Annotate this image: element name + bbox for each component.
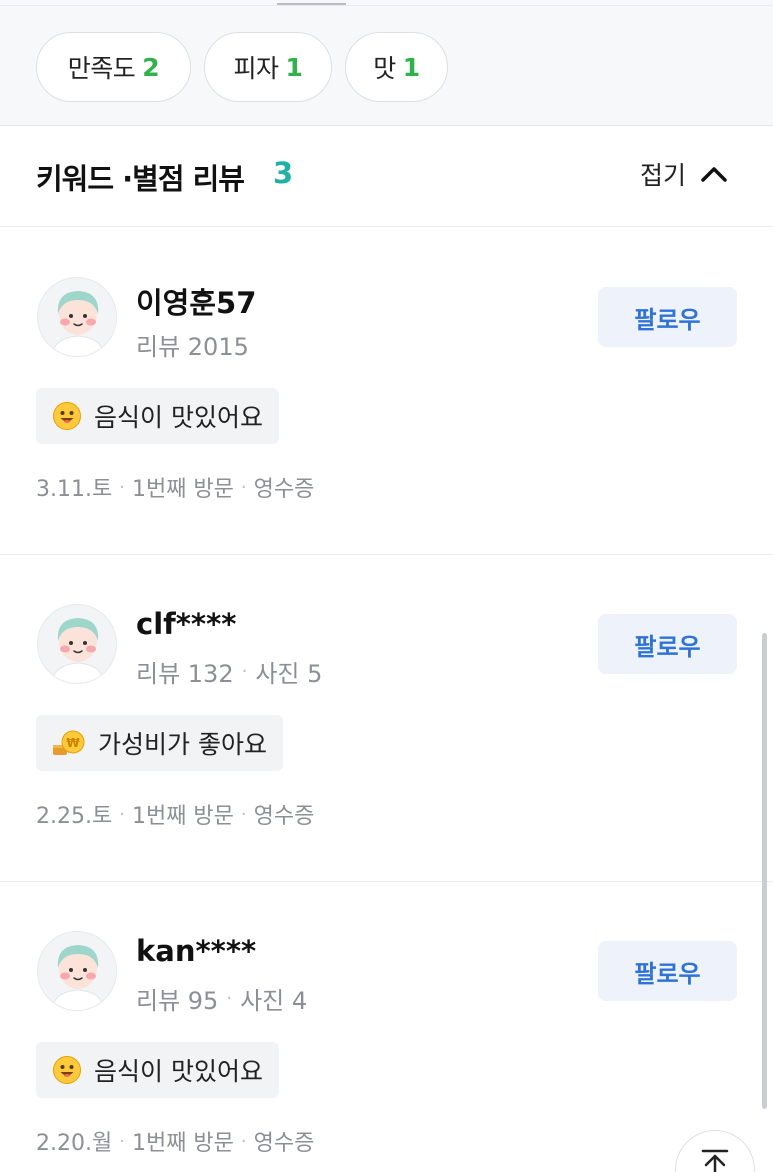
arrow-up-icon	[701, 1149, 729, 1172]
smile-emoji-icon	[52, 1055, 82, 1085]
coin-icon: ₩	[52, 728, 86, 758]
keyword-label: 음식이 맛있어요	[94, 1057, 263, 1086]
visit-info: 3.11.토 · 1번째 방문 · 영수증	[36, 471, 314, 503]
receipt-label: 영수증	[253, 804, 315, 829]
visit-count: 1번째 방문	[131, 1131, 234, 1156]
visit-date: 2.25.토	[36, 804, 113, 829]
filter-chip-label: 맛	[373, 54, 396, 83]
keyword-tag: 음식이 맛있어요	[36, 1042, 279, 1098]
separator-dot: ·	[241, 661, 248, 682]
keyword-filter-bar: 만족도 2 피자 1 맛1	[0, 0, 773, 126]
follow-button[interactable]: 팔로우	[598, 614, 737, 674]
reviewer-meta: 리뷰 2015	[136, 327, 249, 362]
default-avatar-icon	[38, 278, 116, 356]
filter-chip-label: 피자	[233, 54, 280, 83]
avatar[interactable]	[37, 277, 117, 357]
visit-count: 1번째 방문	[131, 477, 234, 502]
filter-chip-count: 1	[402, 52, 420, 82]
reviewer-meta: 리뷰 95 · 사진 4	[136, 981, 307, 1016]
filter-chip-label: 만족도	[67, 54, 136, 83]
chevron-up-icon	[701, 167, 727, 182]
separator-dot: ·	[240, 476, 247, 498]
separator-dot: ·	[240, 803, 247, 825]
receipt-label: 영수증	[253, 477, 315, 502]
reviewer-name[interactable]: clf****	[136, 607, 236, 641]
default-avatar-icon	[38, 932, 116, 1010]
review-count: 리뷰 2015	[136, 333, 249, 361]
visit-info: 2.20.월 · 1번째 방문 · 영수증	[36, 1125, 314, 1157]
review-item: clf**** 리뷰 132 · 사진 5 팔로우 ₩ 가성비가 좋아요 2.2…	[0, 555, 773, 882]
filter-chip-taste[interactable]: 맛1	[345, 32, 448, 102]
avatar[interactable]	[37, 604, 117, 684]
reviewer-name[interactable]: 이영훈57	[136, 280, 256, 322]
tab-indicator	[277, 3, 346, 5]
smile-emoji-icon	[52, 401, 82, 431]
keyword-label: 음식이 맛있어요	[94, 403, 263, 432]
separator-dot: ·	[240, 1130, 247, 1152]
filter-chip-count: 2	[142, 52, 160, 82]
follow-button[interactable]: 팔로우	[598, 941, 737, 1001]
svg-text:₩: ₩	[66, 736, 80, 750]
section-count: 3	[273, 156, 294, 190]
keyword-tag: ₩ 가성비가 좋아요	[36, 715, 283, 771]
divider	[0, 5, 773, 6]
visit-count: 1번째 방문	[131, 804, 234, 829]
reviewer-name[interactable]: kan****	[136, 934, 256, 968]
section-header: 키워드 ·별점 리뷰 3 접기	[0, 126, 773, 227]
default-avatar-icon	[38, 605, 116, 683]
review-count: 리뷰 95	[136, 987, 219, 1015]
collapse-label: 접기	[640, 161, 687, 190]
receipt-label: 영수증	[253, 1131, 315, 1156]
visit-date: 2.20.월	[36, 1131, 113, 1156]
separator-dot: ·	[119, 803, 125, 825]
filter-chip-pizza[interactable]: 피자 1	[204, 32, 332, 102]
keyword-tag: 음식이 맛있어요	[36, 388, 279, 444]
review-count: 리뷰 132	[136, 660, 234, 688]
follow-button[interactable]: 팔로우	[598, 287, 737, 347]
section-title: 키워드 ·별점 리뷰	[36, 162, 245, 196]
filter-chip-count: 1	[285, 52, 303, 82]
separator-dot: ·	[226, 988, 233, 1009]
visit-date: 3.11.토	[36, 477, 113, 502]
reviewer-meta: 리뷰 132 · 사진 5	[136, 654, 322, 689]
filter-chip-satisfaction[interactable]: 만족도 2	[36, 32, 191, 102]
photo-count: 사진 5	[255, 660, 323, 688]
separator-dot: ·	[119, 1130, 125, 1152]
review-item: 이영훈57 리뷰 2015 팔로우 음식이 맛있어요 3.11.토 · 1번째 …	[0, 228, 773, 555]
separator-dot: ·	[119, 476, 125, 498]
review-item: kan**** 리뷰 95 · 사진 4 팔로우 음식이 맛있어요 2.20.월…	[0, 882, 773, 1172]
keyword-label: 가성비가 좋아요	[98, 730, 267, 759]
collapse-button[interactable]: 접기	[640, 154, 728, 194]
visit-info: 2.25.토 · 1번째 방문 · 영수증	[36, 798, 314, 830]
photo-count: 사진 4	[240, 987, 308, 1015]
scrollbar[interactable]	[762, 633, 767, 1109]
avatar[interactable]	[37, 931, 117, 1011]
